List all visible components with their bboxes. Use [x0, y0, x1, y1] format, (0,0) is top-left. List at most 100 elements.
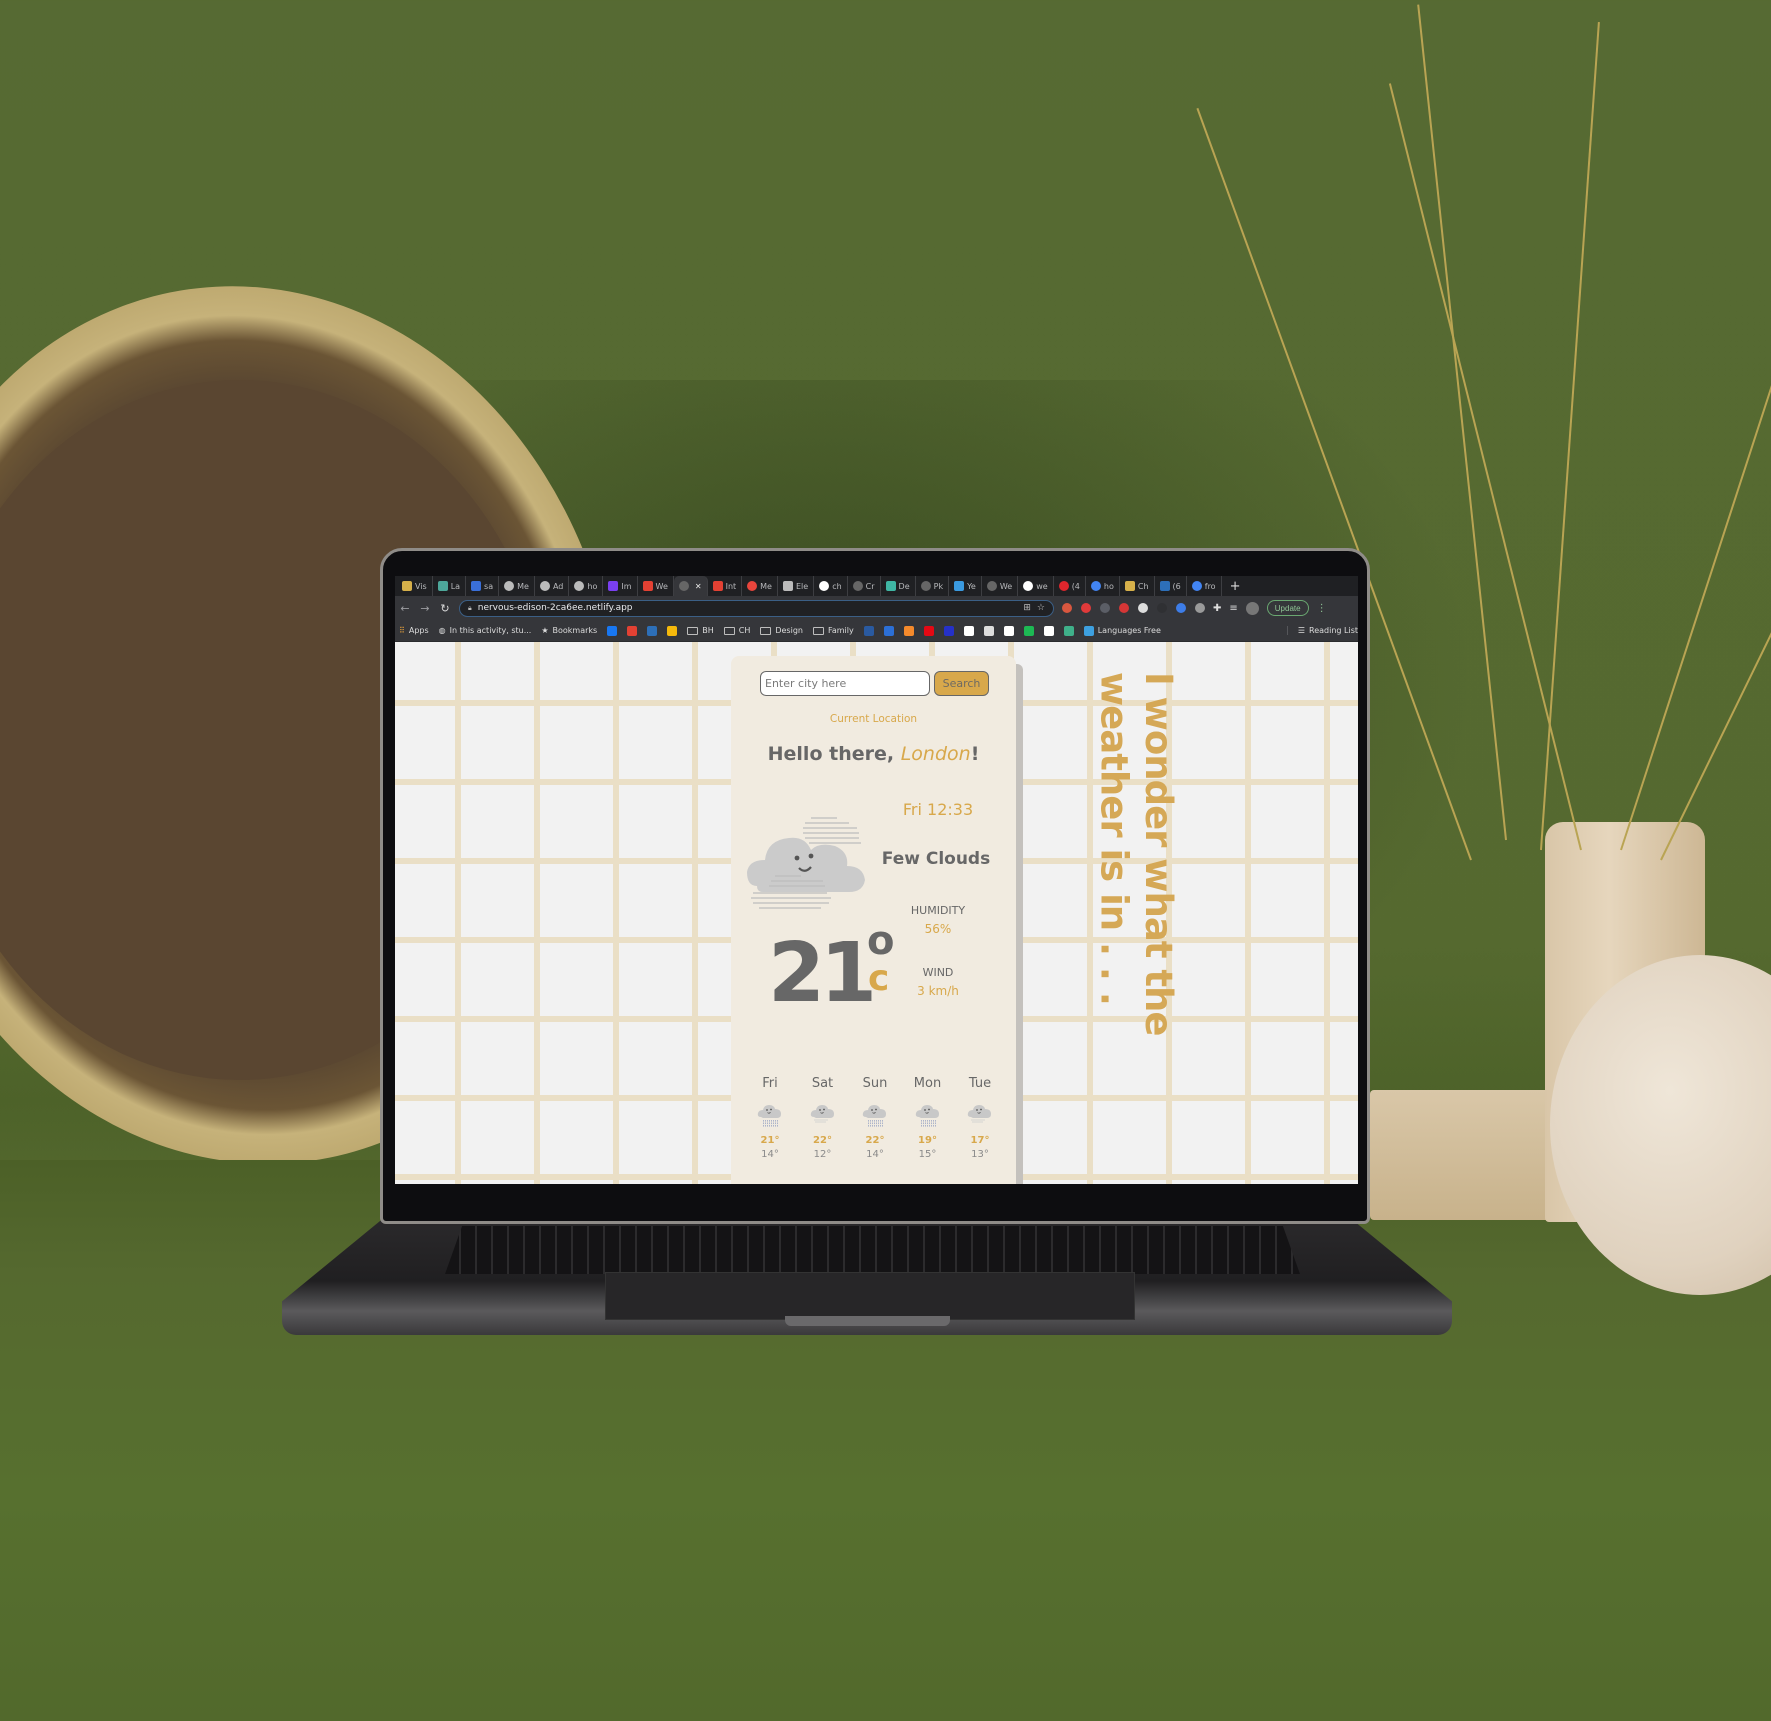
tab-title: Ch	[1137, 581, 1149, 591]
app-icon	[1124, 581, 1135, 591]
browser-tab[interactable]: La	[433, 576, 467, 596]
browser-tab[interactable]: (4	[1054, 576, 1086, 596]
gmail-icon	[642, 581, 653, 591]
browser-tab[interactable]: sa	[466, 576, 500, 596]
tab-title: Ele	[795, 581, 809, 591]
puzzle-extensions-icon[interactable]: ✚	[1213, 603, 1221, 614]
bookmark-item[interactable]	[1063, 625, 1074, 636]
temperature-unit[interactable]: c	[868, 958, 889, 999]
humidity-label: HUMIDITY	[910, 904, 966, 917]
few-clouds-icon	[808, 1099, 838, 1129]
laptop-keyboard	[445, 1226, 1300, 1274]
menu-kebab-icon[interactable]: ⋮	[1317, 603, 1327, 614]
browser-tab[interactable]: De	[881, 576, 916, 596]
browser-tab[interactable]: fro	[1187, 576, 1222, 596]
bookmark-item[interactable]	[963, 625, 974, 636]
extension-icon[interactable]	[1062, 603, 1072, 613]
tagline: I wonder what the weather is in . . .	[1091, 672, 1179, 1035]
update-button[interactable]: Update	[1266, 600, 1309, 616]
profile-avatar[interactable]	[1245, 601, 1259, 615]
forecast-day-name: Sat	[811, 1076, 834, 1091]
install-app-icon[interactable]: ⊞	[1023, 603, 1031, 613]
bookmark-item[interactable]: Languages Free	[1083, 625, 1161, 636]
extension-icon[interactable]	[1100, 603, 1110, 613]
bookmarks-bar: ⠿ Apps ◍ In this activity, stu... ★ Bookmarks…	[395, 620, 1358, 642]
forecast-high: 22°	[813, 1135, 832, 1146]
browser-tab[interactable]: Ye	[949, 576, 982, 596]
bookmark-item[interactable]	[667, 625, 678, 636]
browser-tab[interactable]: Cr	[848, 576, 881, 596]
flower-stem	[1620, 136, 1771, 851]
reading-list-button[interactable]: ☰ Reading List	[1286, 626, 1358, 635]
browser-tab[interactable]: Vis	[397, 576, 433, 596]
extension-icon[interactable]	[1119, 603, 1129, 613]
bookmark-item[interactable]	[627, 625, 638, 636]
media-control-icon[interactable]: ≡	[1229, 603, 1237, 614]
bookmark-item[interactable]	[923, 625, 934, 636]
browser-tab[interactable]: Me	[499, 576, 535, 596]
bookmark-item[interactable]: Family	[812, 626, 854, 635]
lock-icon	[782, 581, 793, 591]
city-search-input[interactable]	[760, 671, 930, 696]
extension-icon[interactable]	[1081, 603, 1091, 613]
search-button[interactable]: Search	[934, 671, 989, 696]
bookmark-item[interactable]	[883, 625, 894, 636]
bookmark-label: Bookmarks	[552, 626, 598, 635]
bookmark-item[interactable]: BH	[687, 626, 714, 635]
bookmark-item[interactable]	[863, 625, 874, 636]
forward-icon[interactable]: →	[419, 602, 431, 615]
bookmark-item[interactable]	[607, 625, 618, 636]
tab-title: ch	[832, 581, 842, 591]
bookmark-label: Design	[775, 626, 803, 635]
browser-tab[interactable]: We	[638, 576, 674, 596]
bookmark-item[interactable]	[943, 625, 954, 636]
browser-tab[interactable]: Ad	[535, 576, 570, 596]
tab-title: Ye	[967, 581, 976, 591]
extension-icon[interactable]	[1138, 603, 1148, 613]
bookmark-item[interactable]: Design	[760, 626, 803, 635]
bookmark-label: Family	[827, 626, 854, 635]
extension-icon[interactable]	[1195, 603, 1205, 613]
extension-icon[interactable]	[1157, 603, 1167, 613]
browser-tab[interactable]: (6	[1155, 576, 1187, 596]
bookmark-item[interactable]: ⠿ Apps	[399, 626, 429, 635]
reading-list-label: Reading List	[1309, 626, 1358, 635]
browser-tab[interactable]: Pk	[916, 576, 950, 596]
reload-icon[interactable]: ↻	[439, 602, 451, 615]
extension-icon[interactable]	[1176, 603, 1186, 613]
browser-tab[interactable]: ho	[1086, 576, 1120, 596]
nytimes-icon	[983, 625, 994, 636]
bookmark-item[interactable]	[647, 625, 658, 636]
address-bar[interactable]: 🔒︎ nervous-edison-2ca6ee.netlify.app ⊞ ☆	[459, 599, 1054, 617]
browser-tab[interactable]: Ch	[1120, 576, 1155, 596]
browser-tab[interactable]: Int	[708, 576, 743, 596]
rain-cloud-icon	[755, 1099, 785, 1129]
browser-tab[interactable]: We	[982, 576, 1019, 596]
current-location-link[interactable]: Current Location	[731, 713, 1016, 725]
pinterest-icon	[1058, 581, 1069, 591]
close-tab-icon[interactable]: ✕	[695, 582, 702, 591]
browser-tab[interactable]: ✕	[673, 576, 708, 596]
tab-title: Me	[760, 581, 772, 591]
bookmark-label: Languages Free	[1097, 626, 1161, 635]
bookmark-item[interactable]	[1003, 625, 1014, 636]
bookmark-item[interactable]	[1023, 625, 1034, 636]
bookmark-item[interactable]	[1043, 625, 1054, 636]
gmail-icon	[712, 581, 723, 591]
new-tab-button[interactable]: +	[1222, 579, 1249, 594]
bookmark-item[interactable]: CH	[723, 626, 750, 635]
browser-tab[interactable]: ch	[814, 576, 848, 596]
browser-tab[interactable]: ho	[569, 576, 604, 596]
bookmark-star-icon[interactable]: ☆	[1037, 603, 1045, 613]
bookmark-item[interactable]: ◍ In this activity, stu...	[439, 626, 532, 635]
browser-tab[interactable]: Ele	[778, 576, 815, 596]
bookmark-item[interactable]	[903, 625, 914, 636]
app-icon	[437, 581, 448, 591]
back-icon[interactable]: ←	[399, 602, 411, 615]
browser-tab[interactable]: we	[1018, 576, 1054, 596]
forecast-low: 13°	[971, 1149, 989, 1160]
browser-tab[interactable]: Im	[603, 576, 638, 596]
browser-tab[interactable]: Me	[742, 576, 778, 596]
bookmark-item[interactable]: ★ Bookmarks	[541, 626, 597, 635]
bookmark-item[interactable]	[983, 625, 994, 636]
